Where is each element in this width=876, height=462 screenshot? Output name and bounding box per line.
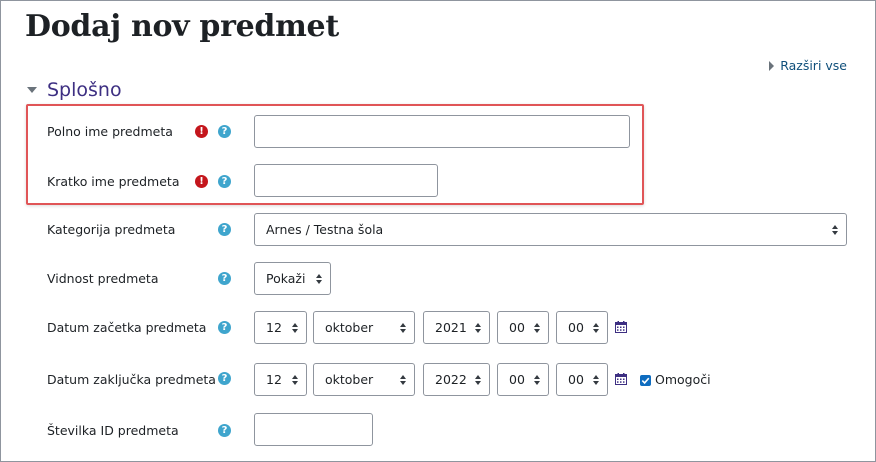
enddate-label: Datum zaključka predmeta [47, 372, 216, 387]
visibility-label: Vidnost predmeta [47, 271, 159, 286]
caret-right-icon [769, 60, 775, 71]
startdate-day-select[interactable]: 12 [254, 311, 307, 344]
select-arrows-icon [475, 322, 481, 333]
idnumber-input[interactable] [254, 413, 373, 446]
select-arrows-icon [832, 224, 838, 235]
startdate-day-value: 12 [266, 320, 282, 335]
help-icon[interactable]: ? [218, 424, 231, 437]
page-title: Dodaj nov predmet [25, 9, 339, 44]
select-arrows-icon [400, 322, 406, 333]
enddate-month-select[interactable]: oktober [313, 363, 415, 396]
startdate-month-select[interactable]: oktober [313, 311, 415, 344]
enddate-minute-value: 00 [568, 372, 584, 387]
startdate-minute-select[interactable]: 00 [556, 311, 608, 344]
enddate-year-select[interactable]: 2022 [423, 363, 490, 396]
select-arrows-icon [534, 374, 540, 385]
startdate-label: Datum začetka predmeta [47, 320, 207, 335]
enddate-year-value: 2022 [435, 372, 467, 387]
expand-all-label: Razširi vse [780, 58, 847, 73]
help-icon[interactable]: ? [218, 223, 231, 236]
form-frame: Dodaj nov predmet Razširi vse Splošno Po… [0, 0, 876, 462]
startdate-year-value: 2021 [435, 320, 467, 335]
enddate-month-value: oktober [325, 372, 374, 387]
required-icon: ! [195, 125, 208, 138]
visibility-select[interactable]: Pokaži [254, 262, 331, 295]
help-icon[interactable]: ? [218, 372, 231, 385]
enddate-hour-select[interactable]: 00 [497, 363, 549, 396]
category-label: Kategorija predmeta [47, 222, 176, 237]
help-icon[interactable]: ? [218, 321, 231, 334]
shortname-label: Kratko ime predmeta [47, 174, 180, 189]
select-arrows-icon [292, 374, 298, 385]
select-arrows-icon [292, 322, 298, 333]
section-general-toggle[interactable]: Splošno [27, 79, 122, 101]
required-icon: ! [195, 175, 208, 188]
startdate-hour-value: 00 [509, 320, 525, 335]
expand-all-link[interactable]: Razširi vse [769, 58, 847, 73]
visibility-value: Pokaži [266, 271, 306, 286]
select-arrows-icon [593, 322, 599, 333]
enddate-day-select[interactable]: 12 [254, 363, 307, 396]
select-arrows-icon [534, 322, 540, 333]
caret-down-icon [27, 87, 37, 93]
fullname-label: Polno ime predmeta [47, 124, 173, 139]
section-general-label: Splošno [47, 79, 122, 101]
startdate-minute-value: 00 [568, 320, 584, 335]
help-icon[interactable]: ? [218, 272, 231, 285]
enddate-enable-checkbox[interactable] [640, 375, 651, 386]
calendar-icon[interactable] [615, 373, 627, 385]
select-arrows-icon [593, 374, 599, 385]
startdate-year-select[interactable]: 2021 [423, 311, 490, 344]
enddate-day-value: 12 [266, 372, 282, 387]
help-icon[interactable]: ? [218, 175, 231, 188]
enddate-minute-select[interactable]: 00 [556, 363, 608, 396]
fullname-input[interactable] [254, 115, 630, 148]
check-icon [641, 377, 650, 385]
enddate-enable-label[interactable]: Omogoči [655, 372, 711, 387]
select-arrows-icon [400, 374, 406, 385]
calendar-icon[interactable] [615, 321, 627, 333]
startdate-hour-select[interactable]: 00 [497, 311, 549, 344]
category-value: Arnes / Testna šola [266, 222, 384, 237]
idnumber-label: Številka ID predmeta [47, 423, 179, 438]
category-select[interactable]: Arnes / Testna šola [254, 213, 847, 246]
select-arrows-icon [316, 273, 322, 284]
help-icon[interactable]: ? [218, 125, 231, 138]
select-arrows-icon [475, 374, 481, 385]
shortname-input[interactable] [254, 164, 438, 197]
enddate-hour-value: 00 [509, 372, 525, 387]
startdate-month-value: oktober [325, 320, 374, 335]
